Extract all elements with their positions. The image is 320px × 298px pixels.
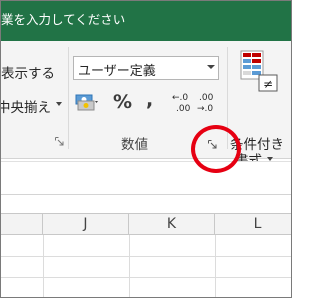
gridline (43, 235, 44, 297)
number-format-value: ユーザー定義 (78, 64, 156, 79)
percent-style-button[interactable]: % (113, 91, 132, 113)
group-separator (68, 47, 69, 149)
comma-style-button[interactable]: , (146, 89, 153, 111)
conditional-formatting-button[interactable]: ≠ (239, 49, 279, 95)
gridline (1, 277, 291, 278)
column-header-l[interactable]: L (215, 214, 291, 235)
title-bar: 業を入力してください (1, 1, 291, 41)
decrease-decimal-bottom[interactable]: →.0 (197, 105, 213, 114)
merge-center-dropdown-icon[interactable] (56, 102, 62, 106)
chevron-down-icon (207, 65, 215, 69)
conditional-formatting-icon: ≠ (240, 50, 278, 92)
increase-decimal-bottom[interactable]: .00 (176, 105, 190, 114)
highlight-circle (191, 125, 241, 173)
currency-icon (75, 94, 98, 111)
column-header-row: J K L (1, 213, 291, 235)
gridline (215, 235, 216, 297)
alignment-dialog-launcher-icon[interactable] (55, 137, 64, 146)
excel-window: 業を入力してください 表示する 中央揃え ユーザー定義 % , ←.0 .00 … (0, 0, 292, 298)
merge-center-button[interactable]: 中央揃え (1, 96, 51, 116)
column-header-j[interactable]: J (43, 214, 129, 235)
ribbon-home: 表示する 中央揃え ユーザー定義 % , ←.0 .00 .00 →.0 数値 (1, 41, 291, 169)
formula-bar[interactable] (1, 161, 291, 195)
column-header-k[interactable]: K (129, 214, 215, 235)
increase-decimal-top[interactable]: ←.0 (172, 94, 188, 103)
decrease-decimal-top[interactable]: .00 (199, 94, 213, 103)
gridline (1, 256, 291, 257)
worksheet-grid[interactable]: J K L (1, 197, 291, 297)
tell-me-search[interactable]: 業を入力してください (1, 9, 129, 31)
svg-text:≠: ≠ (263, 77, 273, 91)
gridline (129, 235, 130, 297)
number-format-dropdown[interactable]: ユーザー定義 (73, 56, 219, 80)
number-group-label: 数値 (121, 137, 148, 153)
wrap-text-button[interactable]: 表示する (1, 62, 55, 82)
column-header-partial[interactable] (1, 214, 43, 235)
accounting-format-button[interactable] (75, 92, 101, 114)
